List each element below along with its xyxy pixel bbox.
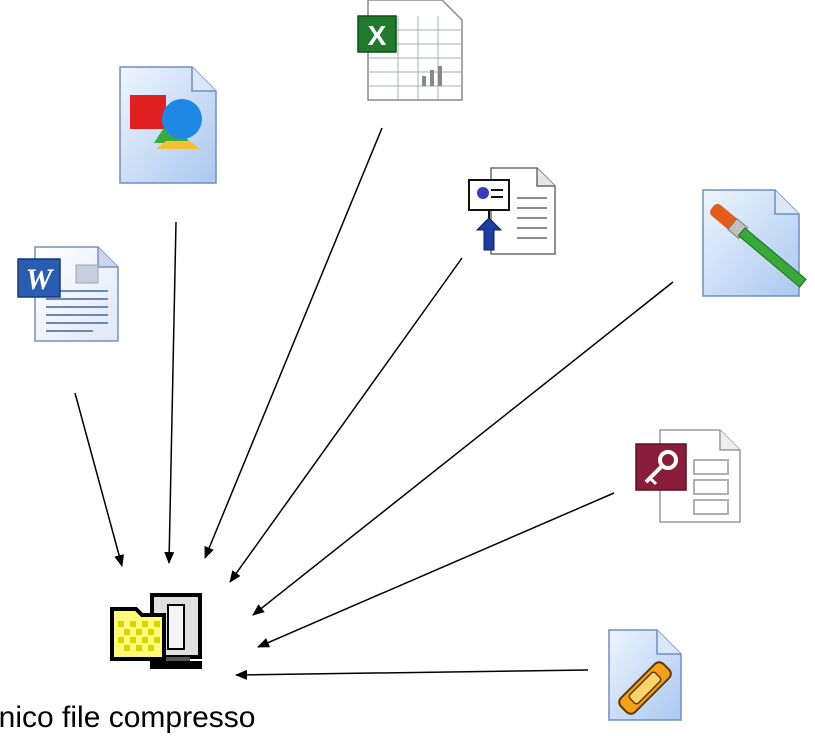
- arrow-from-image: [164, 221, 177, 564]
- presentation-document-icon: [468, 167, 556, 255]
- image-document-icon: [119, 66, 217, 184]
- arrows: [74, 127, 674, 680]
- arrow-from-presentation: [229, 257, 463, 583]
- word-document-icon: W: [17, 246, 119, 342]
- arrow-from-access: [257, 492, 615, 648]
- generic-app-file-icon: [608, 629, 682, 721]
- arrow-from-paint: [252, 281, 674, 616]
- compressed-archive-icon: [110, 593, 202, 669]
- access-database-icon: [635, 429, 741, 523]
- arrow-from-generic: [235, 669, 589, 680]
- diagram-canvas: W X: [17, 0, 807, 721]
- svg-text:X: X: [368, 20, 387, 51]
- excel-spreadsheet-icon: X: [357, 0, 463, 101]
- paint-brush-file-icon: [702, 189, 807, 297]
- arrow-from-word: [74, 392, 124, 567]
- svg-text:W: W: [26, 263, 55, 296]
